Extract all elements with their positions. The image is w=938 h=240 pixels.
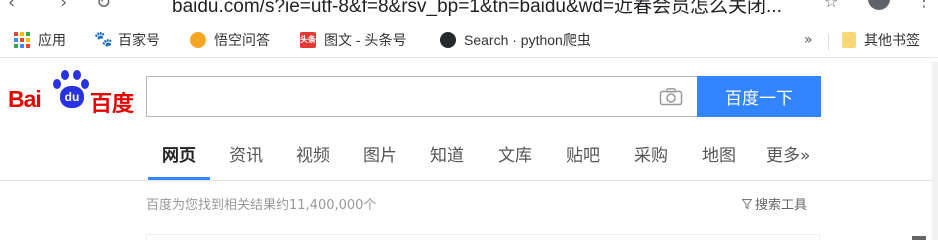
tab-caigou[interactable]: 采购 xyxy=(634,141,668,166)
tab-more[interactable]: 更多» xyxy=(766,141,810,166)
bookmark-apps[interactable]: 应用 xyxy=(14,30,66,50)
search-box xyxy=(146,76,697,117)
bookmark-baijiahao[interactable]: 🐾 百家号 xyxy=(94,30,160,50)
tab-images[interactable]: 图片 xyxy=(363,141,397,166)
bookmark-label: 悟空问答 xyxy=(214,32,270,48)
bookmark-label: 应用 xyxy=(38,32,66,48)
baidu-paw-logo-icon: du xyxy=(52,70,90,110)
folder-icon xyxy=(842,32,856,48)
reload-icon[interactable]: ↻ xyxy=(96,0,111,13)
resize-handle xyxy=(912,236,926,240)
tab-news[interactable]: 资讯 xyxy=(229,141,263,166)
camera-icon[interactable] xyxy=(659,88,683,106)
logo-text-mid: du xyxy=(60,86,84,108)
baidu-paw-icon: 🐾 xyxy=(94,31,113,48)
address-bar[interactable]: baidu.com/s?ie=utf-8&f=8&rsv_bp=1&tn=bai… xyxy=(172,0,782,18)
search-tools-button[interactable]: 搜索工具 xyxy=(742,194,807,213)
apps-grid-icon xyxy=(14,32,30,48)
bookmarks-overflow-icon[interactable]: » xyxy=(804,32,813,48)
search-input[interactable] xyxy=(147,77,647,116)
baidu-logo[interactable]: Bai du 百度 xyxy=(8,70,136,117)
result-count: 百度为您找到相关结果约11,400,000个 xyxy=(146,198,377,213)
result-card xyxy=(146,234,820,240)
tab-map[interactable]: 地图 xyxy=(702,141,736,166)
forward-icon[interactable]: › xyxy=(60,0,67,13)
search-button[interactable]: 百度一下 xyxy=(697,76,821,117)
browser-toolbar: ‹ › ↻ baidu.com/s?ie=utf-8&f=8&rsv_bp=1&… xyxy=(0,0,938,20)
menu-more-icon[interactable]: ⋮ xyxy=(916,0,932,10)
header-divider xyxy=(0,180,938,181)
tab-video[interactable]: 视频 xyxy=(296,141,330,166)
bookmark-toutiao[interactable]: 头条 图文 - 头条号 xyxy=(300,30,406,50)
scrollbar[interactable] xyxy=(932,62,938,240)
logo-text-right: 百度 xyxy=(90,92,135,117)
toutiao-icon: 头条 xyxy=(300,32,316,48)
github-icon xyxy=(440,32,456,48)
search-tools-label: 搜索工具 xyxy=(755,198,808,213)
bookmark-label: 其他书签 xyxy=(864,32,920,48)
tab-tieba[interactable]: 贴吧 xyxy=(566,141,600,166)
profile-icon[interactable] xyxy=(868,0,890,10)
tab-zhidao[interactable]: 知道 xyxy=(430,141,464,166)
bookmark-label: Search · python爬虫 xyxy=(464,32,591,48)
bookmark-wukong[interactable]: 悟空问答 xyxy=(190,30,270,50)
bookmark-star-icon[interactable]: ☆ xyxy=(824,0,838,11)
logo-text-left: Bai xyxy=(8,86,42,112)
bookmark-label: 百家号 xyxy=(118,32,160,48)
back-icon[interactable]: ‹ xyxy=(8,0,15,13)
bookmark-other[interactable]: 其他书签 xyxy=(842,30,920,50)
filter-icon xyxy=(742,198,752,209)
bookmark-github-search[interactable]: Search · python爬虫 xyxy=(440,30,591,50)
bookmarks-divider xyxy=(828,34,829,50)
wukong-icon xyxy=(190,32,206,48)
bookmarks-bar: 应用 🐾 百家号 悟空问答 头条 图文 - 头条号 Search · pytho… xyxy=(0,22,938,58)
bookmark-label: 图文 - 头条号 xyxy=(324,32,407,48)
tab-web[interactable]: 网页 xyxy=(162,141,196,166)
tab-wenku[interactable]: 文库 xyxy=(498,141,532,166)
